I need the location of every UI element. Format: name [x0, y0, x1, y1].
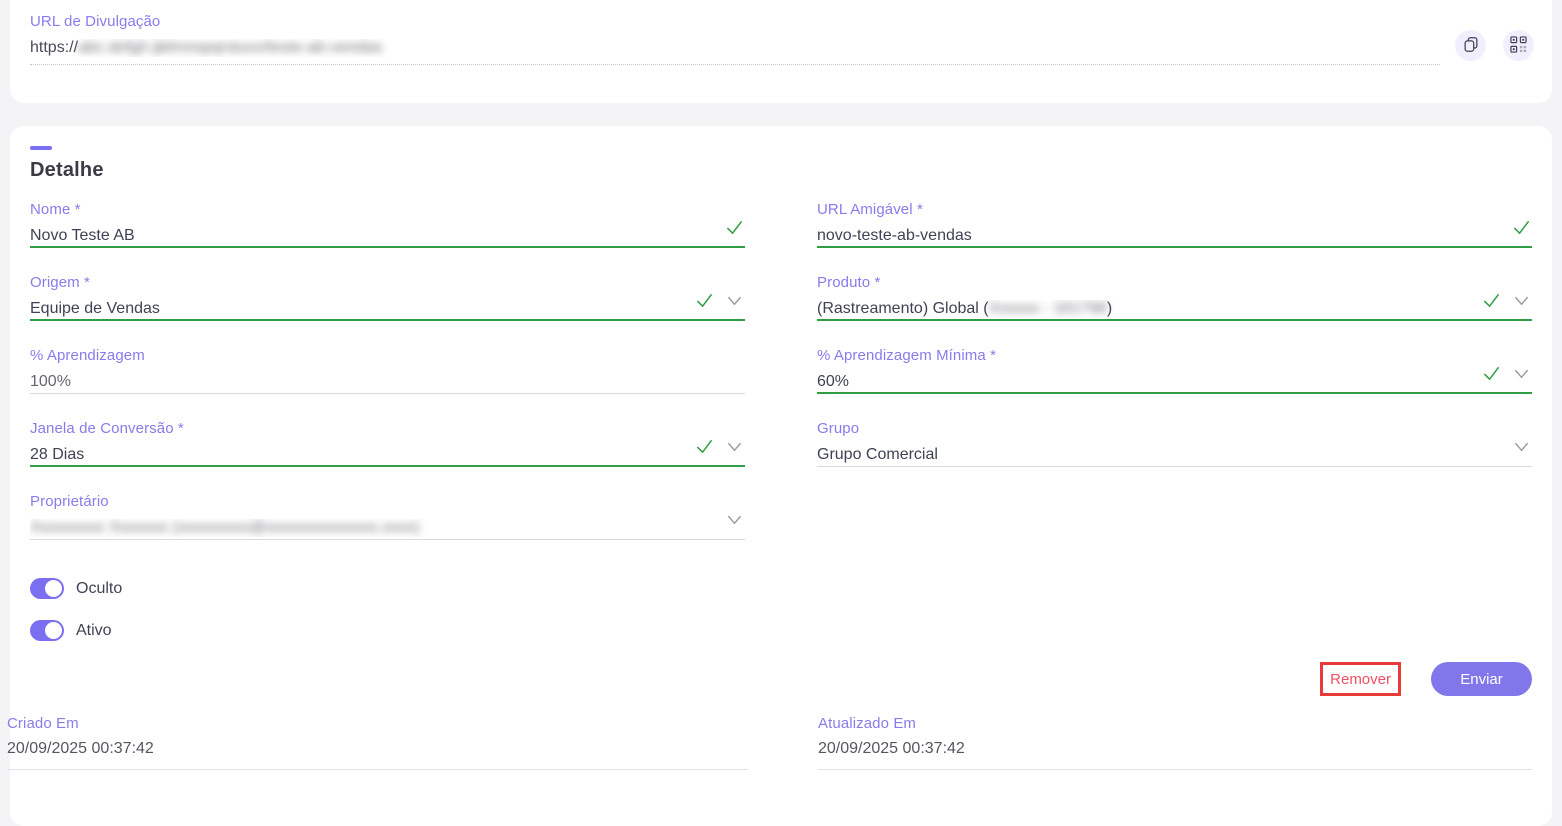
atualizado-em-label: Atualizado Em [818, 715, 1532, 732]
origem-underline [30, 319, 745, 321]
chevron-down-icon[interactable] [1511, 436, 1532, 462]
remover-button[interactable]: Remover [1330, 671, 1391, 688]
ativo-toggle[interactable]: Ativo [30, 620, 112, 641]
annotation-highlight-box: Remover [1320, 662, 1401, 696]
url-amigavel-input[interactable]: novo-teste-ab-vendas [817, 227, 1532, 245]
produto-value-suffix: ) [1107, 300, 1112, 317]
aprendizagem-label: % Aprendizagem [30, 347, 745, 364]
field-origem: Origem * Equipe de Vendas [30, 274, 745, 321]
aprendizagem-minima-underline [817, 392, 1532, 394]
origem-label: Origem * [30, 274, 745, 291]
grupo-label: Grupo [817, 420, 1532, 437]
aprendizagem-underline [30, 393, 745, 394]
toggle-switch-icon [30, 620, 64, 641]
atualizado-em-value: 20/09/2025 00:37:42 [818, 740, 1532, 758]
chevron-down-icon[interactable] [724, 509, 745, 535]
atualizado-em-field: Atualizado Em 20/09/2025 00:37:42 [818, 715, 1532, 770]
valid-check-icon [1511, 217, 1532, 243]
url-field-underline [30, 64, 1440, 65]
produto-underline [817, 319, 1532, 321]
proprietario-select[interactable]: Xxxxxxxxx Xxxxxxx (xxxxxxxxx@xxxxxxxxxxx… [30, 519, 745, 537]
divulgacao-url-card: URL de Divulgação https://abc.defgh.ijkl… [10, 0, 1552, 103]
aprendizagem-minima-label: % Aprendizagem Mínima * [817, 347, 1532, 364]
criado-em-label: Criado Em [7, 715, 748, 732]
produto-select[interactable]: (Rastreamento) Global (Xxxxxx - 161798) [817, 300, 1532, 318]
oculto-toggle-label: Oculto [76, 580, 122, 598]
qr-code-icon [1510, 36, 1527, 56]
qr-code-button[interactable] [1503, 30, 1534, 61]
title-accent-dash [30, 146, 52, 150]
produto-label: Produto * [817, 274, 1532, 291]
field-janela-conversao: Janela de Conversão * 28 Dias [30, 420, 745, 467]
grupo-underline [817, 466, 1532, 467]
url-amigavel-underline [817, 246, 1532, 248]
chevron-down-icon[interactable] [724, 436, 745, 462]
origem-select[interactable]: Equipe de Vendas [30, 300, 745, 318]
aprendizagem-value: 100% [30, 373, 745, 391]
divulgacao-url-value[interactable]: https://abc.defgh.ijklmnopqrstuvx/teste-… [30, 39, 1440, 57]
field-proprietario: Proprietário Xxxxxxxxx Xxxxxxx (xxxxxxxx… [30, 493, 745, 540]
chevron-down-icon[interactable] [724, 290, 745, 316]
field-aprendizagem-minima: % Aprendizagem Mínima * 60% [817, 347, 1532, 394]
produto-value-prefix: (Rastreamento) Global ( [817, 300, 989, 317]
field-nome: Nome * Novo Teste AB [30, 201, 745, 248]
empty-grid-cell [817, 493, 1532, 566]
proprietario-label: Proprietário [30, 493, 745, 510]
detail-form: Nome * Novo Teste AB URL Amigável * novo… [30, 201, 1532, 566]
valid-check-icon [694, 436, 715, 462]
aprendizagem-minima-select[interactable]: 60% [817, 373, 1532, 391]
proprietario-redacted-text: Xxxxxxxxx Xxxxxxx (xxxxxxxxx@xxxxxxxxxxx… [30, 519, 420, 536]
ativo-toggle-label: Ativo [76, 622, 112, 640]
valid-check-icon [1481, 290, 1502, 316]
nome-label: Nome * [30, 201, 745, 218]
detail-card: Detalhe Nome * Novo Teste AB URL Amigáve… [10, 126, 1552, 826]
grupo-select[interactable]: Grupo Comercial [817, 446, 1532, 464]
oculto-toggle[interactable]: Oculto [30, 578, 122, 599]
field-grupo: Grupo Grupo Comercial [817, 420, 1532, 467]
toggle-switch-icon [30, 578, 64, 599]
url-redacted-text: abc.defgh.ijklmnopqrstuvx/teste-ab-venda… [78, 39, 382, 56]
divulgacao-url-label: URL de Divulgação [30, 13, 1440, 30]
criado-em-value: 20/09/2025 00:37:42 [7, 740, 748, 758]
chevron-down-icon[interactable] [1511, 290, 1532, 316]
valid-check-icon [694, 290, 715, 316]
page-title: Detalhe [30, 159, 1532, 182]
enviar-button[interactable]: Enviar [1431, 662, 1532, 696]
dates-section: Criado Em 20/09/2025 00:37:42 Atualizado… [7, 715, 1532, 770]
copy-url-button[interactable] [1455, 30, 1486, 61]
copy-icon [1462, 35, 1480, 56]
criado-em-field: Criado Em 20/09/2025 00:37:42 [7, 715, 748, 770]
produto-redacted-text: Xxxxxx - 161798 [989, 300, 1107, 317]
toggle-group: Oculto Ativo [30, 578, 1532, 641]
proprietario-underline [30, 539, 745, 540]
url-prefix: https:// [30, 39, 78, 56]
valid-check-icon [1481, 363, 1502, 389]
janela-conversao-select[interactable]: 28 Dias [30, 446, 745, 464]
chevron-down-icon[interactable] [1511, 363, 1532, 389]
nome-underline [30, 246, 745, 248]
nome-input[interactable]: Novo Teste AB [30, 227, 745, 245]
field-url-amigavel: URL Amigável * novo-teste-ab-vendas [817, 201, 1532, 248]
field-produto: Produto * (Rastreamento) Global (Xxxxxx … [817, 274, 1532, 321]
valid-check-icon [724, 217, 745, 243]
form-actions: Remover Enviar [30, 662, 1532, 696]
url-amigavel-label: URL Amigável * [817, 201, 1532, 218]
janela-conversao-underline [30, 465, 745, 467]
janela-conversao-label: Janela de Conversão * [30, 420, 745, 437]
field-aprendizagem: % Aprendizagem 100% [30, 347, 745, 394]
